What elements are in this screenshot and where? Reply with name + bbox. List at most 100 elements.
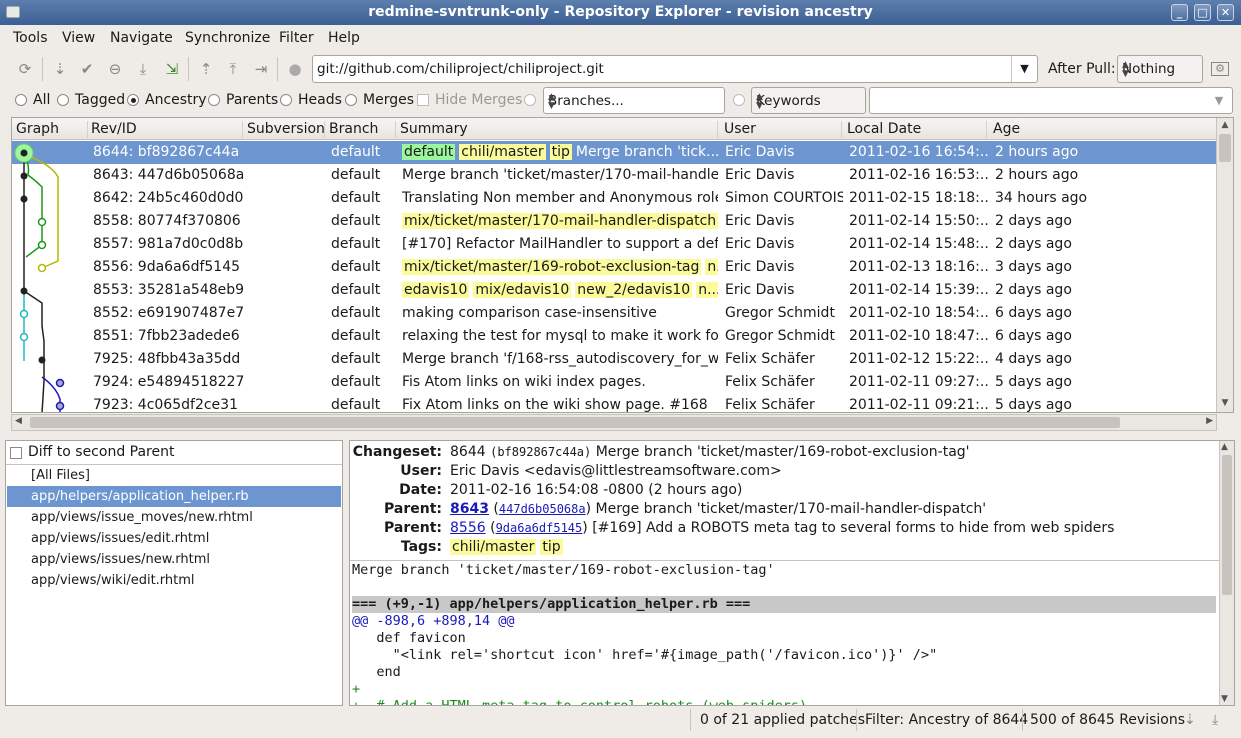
tags-label: Tags: <box>400 539 442 555</box>
table-row[interactable]: 8643: 447d6b05068a default Merge branch 't… <box>12 164 1218 187</box>
scroll-up-icon[interactable]: ▲ <box>1219 120 1231 132</box>
pull-icon[interactable]: ⤓ <box>133 59 153 79</box>
minimize-button[interactable]: _ <box>1171 4 1188 21</box>
summary-text: Translating Non member and Anonymous rol… <box>402 190 718 206</box>
parent1-rev-link[interactable]: 8643 <box>450 501 489 517</box>
table-row[interactable]: 8553: 35281a548eb9 default edavis10 mix/eda… <box>12 279 1218 302</box>
column-rev-id[interactable]: Rev/ID <box>91 121 243 138</box>
table-row[interactable]: 7925: 48fbb43a35dd default Merge branch 'f… <box>12 348 1218 371</box>
tag-badge: tip <box>549 144 572 160</box>
hide-merges-checkbox[interactable] <box>417 94 429 106</box>
table-row[interactable]: 7923: 4c065df2ce31 default Fix Atom links … <box>12 394 1218 413</box>
outgoing-icon[interactable]: ⇡ <box>196 59 216 79</box>
load-all-icon[interactable]: ⤓ <box>1212 712 1218 728</box>
table-row[interactable]: 8552: e691907487e7 default making comparis… <box>12 302 1218 325</box>
table-row[interactable]: 8556: 9da6a6df5145 default mix/ticket/mast… <box>12 256 1218 279</box>
table-row[interactable]: 7924: e54894518227 default Fis Atom links … <box>12 371 1218 394</box>
scroll-down-icon[interactable]: ▼ <box>1221 694 1228 704</box>
maximize-button[interactable]: □ <box>1194 4 1211 21</box>
table-row[interactable]: 8557: 981a7d0c0d8b default [#170] Refactor… <box>12 233 1218 256</box>
column-graph[interactable]: Graph <box>16 121 88 138</box>
age-cell: 5 days ago <box>995 374 1072 390</box>
settings-icon[interactable]: ⚙ <box>1211 62 1229 76</box>
file-list-item[interactable]: app/views/issue_moves/new.rhtml <box>7 507 341 528</box>
radio-heads[interactable] <box>280 94 292 106</box>
column-local-date[interactable]: Local Date <box>847 121 987 138</box>
tag-badge: new_2/edavis10 <box>575 282 693 298</box>
radio-parents[interactable] <box>208 94 220 106</box>
stop-icon[interactable]: ● <box>285 59 305 79</box>
scroll-down-icon[interactable]: ▼ <box>1219 398 1231 410</box>
scroll-thumb[interactable] <box>30 417 1120 428</box>
vertical-scrollbar[interactable]: ▲ ▼ <box>1216 118 1233 412</box>
file-list-item[interactable]: app/helpers/application_helper.rb <box>7 486 341 507</box>
title-bar: redmine-svntrunk-only - Repository Explo… <box>0 0 1241 25</box>
radio-parents-label: Parents <box>226 92 279 108</box>
push-to-icon[interactable]: ⇥ <box>251 59 271 79</box>
scroll-right-icon[interactable]: ▶ <box>1206 416 1213 426</box>
column-branch[interactable]: Branch <box>329 121 396 138</box>
branches-select[interactable]: Branches... ▲ ▼ <box>543 87 725 114</box>
table-row[interactable]: 8644: bf892867c44a default default chili/ma… <box>12 141 1218 164</box>
reject-icon[interactable]: ⊖ <box>105 59 125 79</box>
horizontal-scrollbar[interactable]: ◀ ▶ <box>11 414 1217 431</box>
column-age[interactable]: Age <box>993 121 1193 138</box>
radio-branches[interactable] <box>524 94 536 106</box>
radio-all[interactable] <box>15 94 27 106</box>
branch-cell: default <box>331 282 381 298</box>
user-cell: Eric Davis <box>725 144 795 160</box>
accept-icon[interactable]: ✔ <box>77 59 97 79</box>
scroll-thumb[interactable] <box>1222 455 1232 595</box>
scroll-left-icon[interactable]: ◀ <box>15 416 22 426</box>
summary-cell: mix/ticket/master/170-mail-handler-dispa… <box>402 213 718 229</box>
incoming-icon[interactable]: ⇣ <box>50 59 70 79</box>
parent2-rev-link[interactable]: 8556 <box>450 520 486 536</box>
branch-cell: default <box>331 351 381 367</box>
scroll-up-icon[interactable]: ▲ <box>1221 442 1228 452</box>
parent1-value: 8643 (447d6b05068a) Merge branch 'ticket… <box>450 501 987 517</box>
menu-help[interactable]: Help <box>328 30 360 46</box>
diff-second-parent-label: Diff to second Parent <box>28 444 175 460</box>
parent2-hash-link[interactable]: 9da6a6df5145 <box>496 521 583 535</box>
table-row[interactable]: 8558: 80774f370806 default mix/ticket/mast… <box>12 210 1218 233</box>
rev-id-cell: 7924: e54894518227 <box>93 374 245 390</box>
pull-update-icon[interactable]: ⇲ <box>162 59 182 79</box>
close-button[interactable]: ✕ <box>1217 4 1234 21</box>
keyword-type-select[interactable]: Keywords ▲ ▼ <box>751 87 866 114</box>
chevron-down-icon[interactable]: ▼ <box>1206 88 1232 113</box>
parent1-hash-link[interactable]: 447d6b05068a <box>499 502 586 516</box>
refresh-icon[interactable]: ⟳ <box>15 59 35 79</box>
separator <box>690 709 691 731</box>
file-list-item[interactable]: app/views/wiki/edit.rhtml <box>7 570 341 591</box>
repository-url-combo[interactable]: git://github.com/chiliproject/chiliproje… <box>312 55 1038 83</box>
menu-synchronize[interactable]: Synchronize <box>185 30 270 46</box>
menu-navigate[interactable]: Navigate <box>110 30 173 46</box>
table-row[interactable]: 8551: 7fbb23adede6 default relaxing the te… <box>12 325 1218 348</box>
after-pull-select[interactable]: Nothing ▲ ▼ <box>1117 55 1203 83</box>
push-icon[interactable]: ⤒ <box>223 59 243 79</box>
keyword-input[interactable]: ▼ <box>869 87 1233 114</box>
radio-ancestry[interactable] <box>127 94 139 106</box>
user-cell: Felix Schäfer <box>725 351 815 367</box>
chevron-down-icon[interactable]: ▼ <box>1011 56 1037 82</box>
radio-merges[interactable] <box>345 94 357 106</box>
menu-filter[interactable]: Filter <box>279 30 314 46</box>
menu-view[interactable]: View <box>62 30 95 46</box>
detail-scrollbar[interactable]: ▲ ▼ <box>1219 441 1234 705</box>
radio-tagged[interactable] <box>57 94 69 106</box>
radio-keywords[interactable] <box>733 94 745 106</box>
menu-tools[interactable]: Tools <box>13 30 48 46</box>
branch-cell: default <box>331 397 381 413</box>
file-list-item[interactable]: [All Files] <box>7 465 341 486</box>
scroll-thumb[interactable] <box>1219 134 1231 162</box>
rev-id-cell: 7923: 4c065df2ce31 <box>93 397 238 413</box>
column-user[interactable]: User <box>724 121 842 138</box>
column-subversion[interactable]: Subversion <box>247 121 325 138</box>
file-list-item[interactable]: app/views/issues/edit.rhtml <box>7 528 341 549</box>
file-list-item[interactable]: app/views/issues/new.rhtml <box>7 549 341 570</box>
table-row[interactable]: 8642: 24b5c460d0d0 default Translating Non… <box>12 187 1218 210</box>
summary-cell: Merge branch 'ticket/master/170-mail-han… <box>402 167 718 183</box>
column-summary[interactable]: Summary <box>400 121 718 138</box>
load-more-icon[interactable]: ⇣ <box>1184 712 1196 728</box>
diff-second-parent-checkbox[interactable] <box>10 447 22 459</box>
